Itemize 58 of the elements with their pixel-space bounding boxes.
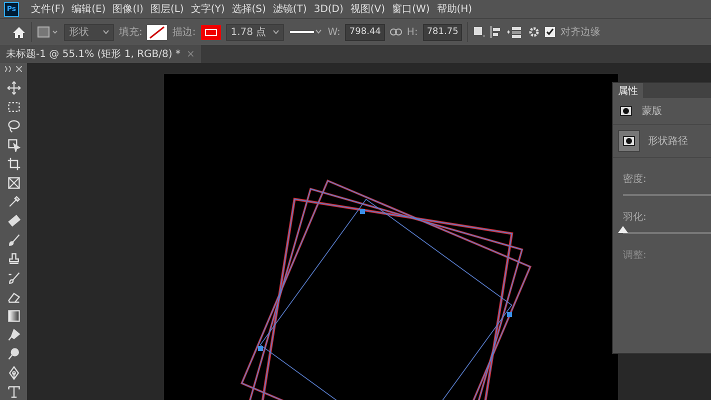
section-label: 蒙版 [642, 104, 662, 118]
menu-item[interactable]: 3D(D) [314, 4, 344, 14]
link-icon[interactable] [390, 28, 402, 36]
menu-item[interactable]: 编辑(E) [72, 2, 106, 16]
menu-item[interactable]: 视图(V) [350, 2, 386, 16]
menu-item[interactable]: 图像(I) [112, 2, 144, 16]
height-field[interactable]: 781.75 [422, 24, 462, 40]
slider-thumb[interactable] [618, 226, 628, 233]
field-label: 调整: [623, 250, 646, 261]
stamp-tool-icon[interactable] [6, 252, 20, 266]
field-label: 羽化: [623, 212, 646, 223]
stroke-swatch[interactable] [200, 24, 221, 40]
home-icon[interactable] [12, 26, 26, 38]
pen-tool-icon[interactable] [6, 366, 20, 380]
crop-tool-icon[interactable] [6, 157, 20, 171]
move-tool-icon[interactable] [6, 81, 20, 95]
menu-item[interactable]: 窗口(W) [392, 2, 430, 16]
width-field[interactable]: 798.44 [345, 24, 385, 40]
align-edges-label: 对齐边缘 [560, 26, 600, 39]
settings-icon[interactable] [528, 26, 540, 38]
section-label: 形状路径 [648, 134, 688, 148]
object-select-tool-icon[interactable] [6, 138, 20, 152]
arrange-icon[interactable] [507, 25, 524, 39]
rectangle-tool-icon[interactable] [37, 26, 59, 38]
menu-item[interactable]: 文字(Y) [190, 2, 225, 16]
brush-tool-icon[interactable] [6, 233, 20, 247]
menu-item[interactable]: 滤镜(T) [272, 2, 307, 16]
fill-swatch[interactable] [147, 24, 168, 40]
stroke-label: 描边: [172, 26, 196, 39]
caret-icon [272, 30, 279, 34]
stroke-width-dropdown[interactable]: 1.78 点 [226, 24, 284, 40]
frame-tool-icon[interactable] [6, 176, 20, 190]
mask-icon[interactable] [618, 103, 634, 119]
document-tab[interactable]: 未标题-1 @ 55.1% (矩形 1, RGB/8) * × [0, 45, 201, 63]
menu-item[interactable]: 文件(F) [31, 2, 65, 16]
eraser-tool-icon[interactable] [6, 290, 20, 304]
panel-tab[interactable]: 属性 [613, 83, 643, 98]
field-label: 密度: [623, 174, 646, 185]
width-label: W: [328, 26, 340, 38]
menu-item[interactable]: 选择(S) [232, 2, 266, 16]
type-tool-icon[interactable] [6, 385, 20, 399]
shape-mode-dropdown[interactable]: 形状 [64, 24, 114, 40]
height-label: H: [406, 26, 418, 38]
align-edges-checkbox[interactable] [545, 27, 556, 37]
align-icon[interactable] [490, 26, 502, 38]
history-brush-tool-icon[interactable] [6, 271, 20, 285]
gradient-tool-icon[interactable] [6, 309, 20, 323]
menu-item[interactable]: 图层(L) [150, 2, 184, 16]
shape-path-icon[interactable] [618, 130, 640, 152]
marquee-tool-icon[interactable] [6, 100, 20, 114]
close-icon[interactable] [16, 66, 22, 72]
caret-icon [103, 30, 109, 34]
menu-item[interactable]: 帮助(H) [436, 2, 472, 16]
expand-icon[interactable] [5, 66, 11, 72]
dodge-tool-icon[interactable] [6, 347, 20, 361]
lasso-tool-icon[interactable] [6, 119, 20, 133]
eyedropper-tool-icon[interactable] [6, 195, 20, 209]
fill-label: 填充: [119, 26, 142, 39]
